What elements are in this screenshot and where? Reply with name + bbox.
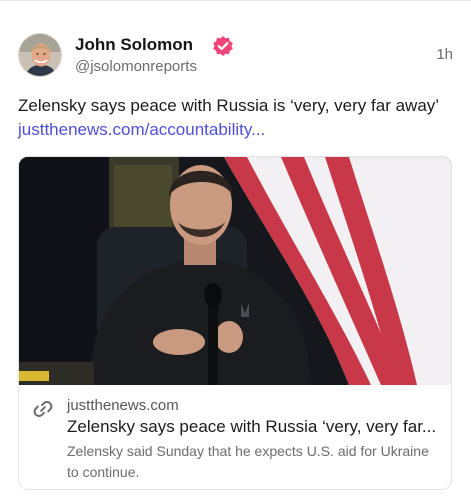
link-preview-title[interactable]: Zelensky says peace with Russia ‘very, v… [67,417,443,437]
link-preview-domain: justthenews.com [67,397,179,414]
link-preview-image [19,157,451,385]
post-header: John Solomon @jsolomonreports 1h [18,33,453,79]
post-text-content: Zelensky says peace with Russia is ‘very… [18,96,439,115]
avatar-image [19,34,61,76]
author-name[interactable]: John Solomon [75,35,193,55]
link-preview-description: Zelensky said Sunday that he expects U.S… [67,443,429,480]
post-timestamp[interactable]: 1h [436,46,453,63]
verified-badge-icon [212,35,234,57]
social-post: John Solomon @jsolomonreports 1h Zelensk… [0,0,471,500]
post-link[interactable]: justthenews.com/accountability... [18,120,265,139]
author-handle[interactable]: @jsolomonreports [75,58,197,75]
link-icon [33,399,53,419]
link-preview-meta: justthenews.com Zelensky says peace with… [19,385,451,489]
link-preview-card[interactable]: justthenews.com Zelensky says peace with… [18,156,452,490]
author-avatar[interactable] [18,33,62,77]
post-text: Zelensky says peace with Russia is ‘very… [18,94,448,142]
